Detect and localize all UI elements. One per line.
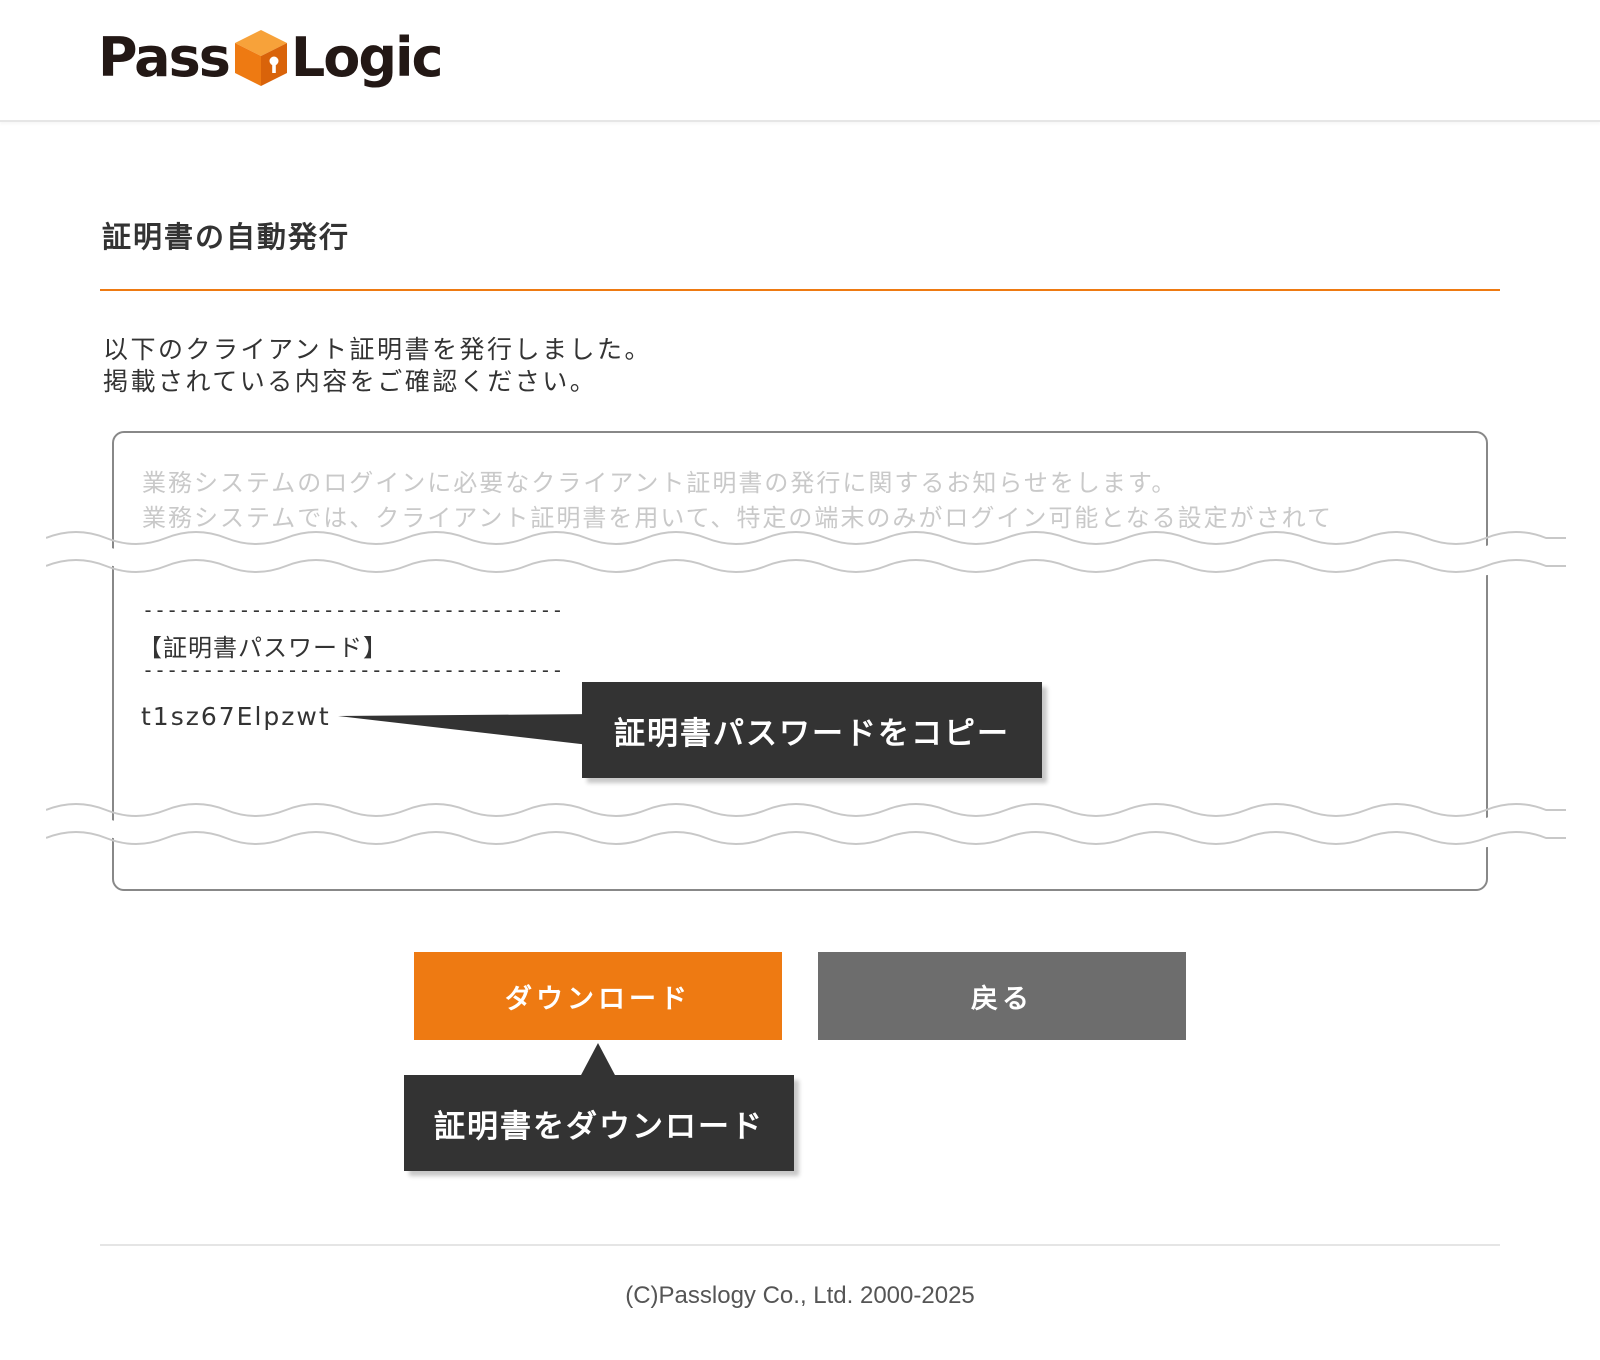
omission-wave-top — [46, 531, 1566, 576]
passlogic-logo: Pass Logic — [98, 26, 444, 90]
title-divider — [100, 289, 1500, 291]
copyright-text: (C)Passlogy Co., Ltd. 2000-2025 — [625, 1282, 975, 1309]
page-title: 証明書の自動発行 — [102, 220, 351, 254]
back-button[interactable]: 戻る — [818, 952, 1186, 1040]
download-button[interactable]: ダウンロード — [414, 952, 782, 1040]
copy-password-callout: 証明書パスワードをコピー — [582, 682, 1042, 778]
logo-cube-icon — [234, 30, 287, 86]
logo-text-logic: Logic — [290, 26, 444, 89]
page-header: Pass Logic — [0, 0, 1600, 122]
intro-text: 以下のクライアント証明書を発行しました。 掲載されている内容をご確認ください。 — [103, 334, 652, 398]
omission-wave-bottom — [46, 803, 1566, 848]
intro-line-2: 掲載されている内容をご確認ください。 — [103, 367, 598, 396]
mail-separator-top: ----------------------------------- — [142, 598, 564, 622]
intro-line-1: 以下のクライアント証明書を発行しました。 — [103, 335, 653, 364]
mail-separator-bottom: ----------------------------------- — [142, 658, 564, 682]
download-certificate-callout: 証明書をダウンロード — [404, 1075, 794, 1171]
certificate-password-value[interactable]: t1sz67Elpzwt — [141, 702, 331, 731]
logo-text-pass: Pass — [98, 26, 231, 89]
mail-faded-text: 業務システムのログインに必要なクライアント証明書の発行に関するお知らせをします。… — [142, 466, 1333, 536]
callout-pointer-copy — [338, 714, 598, 746]
mail-faded-line-1: 業務システムのログインに必要なクライアント証明書の発行に関するお知らせをします。 — [142, 469, 1178, 497]
footer-divider — [100, 1244, 1500, 1246]
callout-pointer-download — [580, 1043, 616, 1077]
